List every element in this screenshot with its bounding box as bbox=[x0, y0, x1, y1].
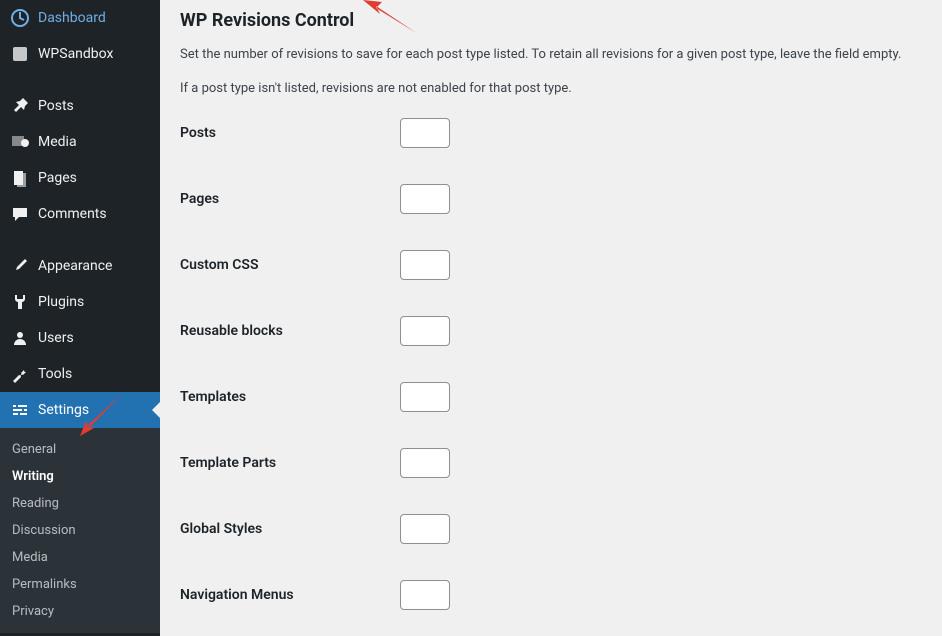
sidebar-item-posts[interactable]: Posts bbox=[0, 88, 160, 124]
sidebar-item-plugins[interactable]: Plugins bbox=[0, 284, 160, 320]
field-label: Template Parts bbox=[180, 455, 400, 471]
section-desc-2: If a post type isn't listed, revisions a… bbox=[180, 79, 922, 99]
sidebar-item-users[interactable]: Users bbox=[0, 320, 160, 356]
sidebar-item-wpsandbox[interactable]: WPSandbox bbox=[0, 36, 160, 72]
field-row-posts: Posts bbox=[180, 118, 922, 148]
brush-icon bbox=[10, 256, 30, 276]
section-desc-1: Set the number of revisions to save for … bbox=[180, 45, 922, 65]
field-label: Custom CSS bbox=[180, 257, 400, 273]
dashboard-icon bbox=[10, 8, 30, 28]
revisions-input-templates[interactable] bbox=[400, 382, 450, 412]
revisions-input-customcss[interactable] bbox=[400, 250, 450, 280]
field-label: Templates bbox=[180, 389, 400, 405]
sidebar-item-comments[interactable]: Comments bbox=[0, 196, 160, 232]
annotation-arrow-icon bbox=[72, 384, 132, 444]
sidebar-item-label: WPSandbox bbox=[38, 46, 113, 62]
revisions-input-templateparts[interactable] bbox=[400, 448, 450, 478]
field-label: Reusable blocks bbox=[180, 323, 400, 339]
user-icon bbox=[10, 328, 30, 348]
field-label: Navigation Menus bbox=[180, 587, 400, 603]
sidebar-item-label: Users bbox=[38, 330, 74, 346]
submenu-privacy[interactable]: Privacy bbox=[0, 598, 160, 625]
settings-submenu: General Writing Reading Discussion Media… bbox=[0, 428, 160, 633]
sidebar-item-label: Tools bbox=[38, 366, 72, 382]
sidebar-item-label: Dashboard bbox=[38, 10, 106, 26]
submenu-writing[interactable]: Writing bbox=[0, 463, 160, 490]
sidebar-item-media[interactable]: Media bbox=[0, 124, 160, 160]
submenu-discussion[interactable]: Discussion bbox=[0, 517, 160, 544]
sidebar-item-label: Media bbox=[38, 134, 77, 150]
page-icon bbox=[10, 168, 30, 188]
sliders-icon bbox=[10, 400, 30, 420]
plug-icon bbox=[10, 292, 30, 312]
admin-sidebar: Dashboard WPSandbox Posts Media Pages Co… bbox=[0, 0, 160, 636]
field-row-navmenus: Navigation Menus bbox=[180, 580, 922, 610]
sidebar-item-label: Comments bbox=[38, 206, 107, 222]
wrench-icon bbox=[10, 364, 30, 384]
sidebar-item-pages[interactable]: Pages bbox=[0, 160, 160, 196]
field-row-templates: Templates bbox=[180, 382, 922, 412]
field-row-pages: Pages bbox=[180, 184, 922, 214]
field-label: Pages bbox=[180, 191, 400, 207]
section-title: WP Revisions Control bbox=[180, 10, 922, 31]
comment-icon bbox=[10, 204, 30, 224]
sidebar-item-label: Pages bbox=[38, 170, 77, 186]
submenu-media[interactable]: Media bbox=[0, 544, 160, 571]
sidebar-item-appearance[interactable]: Appearance bbox=[0, 248, 160, 284]
sidebar-item-dashboard[interactable]: Dashboard bbox=[0, 0, 160, 36]
pin-icon bbox=[10, 96, 30, 116]
revisions-input-reusableblocks[interactable] bbox=[400, 316, 450, 346]
revisions-input-navmenus[interactable] bbox=[400, 580, 450, 610]
field-row-customcss: Custom CSS bbox=[180, 250, 922, 280]
submenu-reading[interactable]: Reading bbox=[0, 490, 160, 517]
sidebar-item-label: Appearance bbox=[38, 258, 112, 274]
media-icon bbox=[10, 132, 30, 152]
field-row-globalstyles: Global Styles bbox=[180, 514, 922, 544]
sidebar-item-label: Posts bbox=[38, 98, 74, 114]
field-row-reusableblocks: Reusable blocks bbox=[180, 316, 922, 346]
annotation-arrow-icon bbox=[358, 0, 428, 44]
field-label: Global Styles bbox=[180, 521, 400, 537]
sidebar-item-label: Plugins bbox=[38, 294, 84, 310]
revisions-input-pages[interactable] bbox=[400, 184, 450, 214]
submenu-permalinks[interactable]: Permalinks bbox=[0, 571, 160, 598]
revisions-input-globalstyles[interactable] bbox=[400, 514, 450, 544]
field-label: Posts bbox=[180, 125, 400, 141]
revisions-input-posts[interactable] bbox=[400, 118, 450, 148]
sandbox-icon bbox=[10, 44, 30, 64]
field-row-templateparts: Template Parts bbox=[180, 448, 922, 478]
revisions-form: Posts Pages Custom CSS Reusable blocks T… bbox=[180, 118, 922, 610]
settings-content: WP Revisions Control Set the number of r… bbox=[160, 0, 942, 636]
